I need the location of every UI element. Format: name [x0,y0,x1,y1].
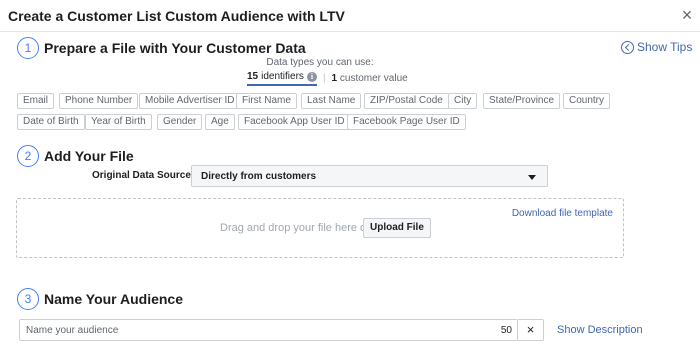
data-types-tabs: 15 identifiers i | 1 customer value [247,71,408,86]
char-limit-counter: 50 [500,325,512,336]
audience-name-input[interactable]: Name your audience 50 [19,319,518,341]
step-1-title: Prepare a File with Your Customer Data [44,40,306,56]
upload-file-button[interactable]: Upload File [363,218,431,238]
identifier-tag: Date of Birth [17,114,85,130]
identifier-tag: Gender [157,114,203,130]
step-3-indicator: 3 [17,288,39,310]
clear-input-button[interactable]: × [518,319,544,341]
audience-name-placeholder: Name your audience [26,325,119,336]
data-source-dropdown[interactable]: Directly from customers [191,165,548,187]
identifiers-count: 15 [247,71,259,82]
info-icon[interactable]: i [306,71,317,82]
download-template-link[interactable]: Download file template [512,208,613,219]
show-tips-link[interactable]: Show Tips [621,39,692,55]
caret-down-icon [528,175,536,180]
identifier-tag: Email [17,93,55,109]
identifier-tag: City [448,93,478,109]
customer-value-count: 1 [331,73,338,84]
identifier-tag: Phone Number [59,93,139,109]
file-dropzone[interactable]: Download file template Drag and drop you… [16,198,624,258]
identifier-tag: First Name [236,93,297,109]
identifier-tag: Mobile Advertiser ID [139,93,241,109]
identifier-tag: ZIP/Postal Code [364,93,449,109]
drag-drop-text: Drag and drop your file here or [220,222,370,234]
dialog-header: Create a Customer List Custom Audience w… [0,0,700,32]
step-3-title: Name Your Audience [44,291,184,307]
tab-separator: | [322,73,326,84]
tab-customer-value[interactable]: 1 customer value [332,73,408,84]
identifier-tag: Facebook Page User ID [347,114,466,130]
identifier-tag: Last Name [301,93,362,109]
data-source-label-text: Original Data Source [92,170,191,181]
step-2-title: Add Your File [44,148,134,164]
identifiers-label: identifiers [261,71,304,82]
step-1-indicator: 1 [17,37,39,59]
customer-value-label: customer value [339,73,408,84]
data-types-label: Data types you can use: [266,57,374,68]
dialog-title: Create a Customer List Custom Audience w… [8,8,345,24]
data-source-label: Original Data Source i [92,170,204,181]
tab-identifiers[interactable]: 15 identifiers i [247,71,317,86]
identifier-tag: State/Province [483,93,561,109]
show-description-link[interactable]: Show Description [557,324,643,336]
close-icon[interactable]: × [678,6,696,24]
show-tips-label: Show Tips [637,40,693,54]
identifier-tag: Facebook App User ID [238,114,351,130]
identifier-tag: Age [205,114,235,130]
identifier-tag: Country [563,93,611,109]
data-source-value: Directly from customers [201,171,317,182]
identifier-tag: Year of Birth [85,114,152,130]
chevron-left-circle-icon [621,40,634,54]
step-2-indicator: 2 [17,145,39,167]
